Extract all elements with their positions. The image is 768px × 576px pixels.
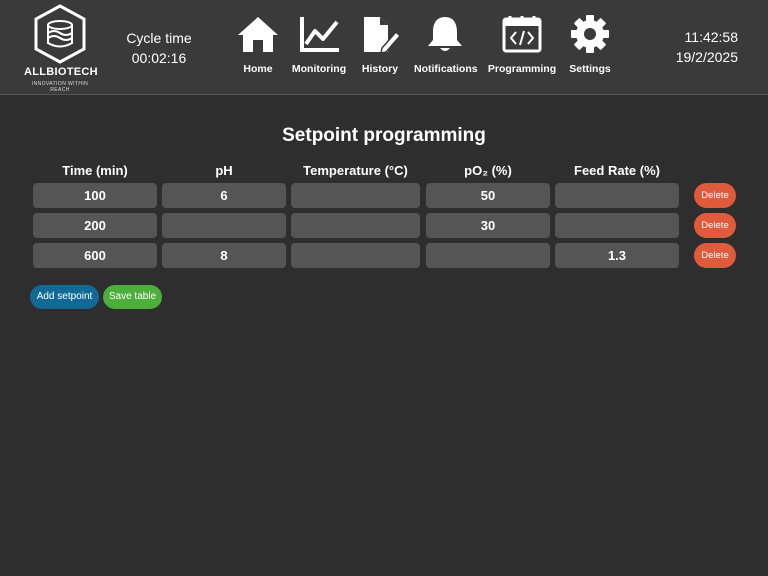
nav-notifications-label: Notifications <box>414 63 478 75</box>
clock-date: 19/2/2025 <box>675 49 738 65</box>
nav-programming-label: Programming <box>487 63 557 75</box>
document-edit-icon <box>364 17 402 54</box>
nav-home[interactable]: Home <box>234 14 282 80</box>
nav-history-label: History <box>361 63 399 75</box>
ph-input[interactable]: 6 <box>162 183 286 208</box>
gear-icon <box>571 15 609 53</box>
add-setpoint-button[interactable]: Add setpoint <box>30 285 99 309</box>
column-header-time: Time (min) <box>62 163 128 178</box>
page-title: Setpoint programming <box>282 125 486 146</box>
ph-input[interactable] <box>162 213 286 238</box>
cycle-time-value: 00:02:16 <box>131 50 187 66</box>
cycle-time: Cycle time 00:02:16 <box>118 28 200 68</box>
brand-name: ALLBIOTECH <box>24 66 98 78</box>
feed-rate-input[interactable] <box>555 183 679 208</box>
column-header-feed-rate: Feed Rate (%) <box>574 163 660 178</box>
temperature-input[interactable] <box>291 183 420 208</box>
home-icon <box>238 17 278 52</box>
temperature-input[interactable] <box>291 213 420 238</box>
nav-monitoring-label: Monitoring <box>291 63 347 75</box>
brand-tagline: INNOVATION WITHIN REACH <box>31 81 89 93</box>
delete-row-button[interactable]: Delete <box>694 183 736 208</box>
time-input[interactable]: 600 <box>33 243 157 268</box>
nav-programming[interactable]: Programming <box>487 14 557 80</box>
save-table-button[interactable]: Save table <box>103 285 162 309</box>
ph-input[interactable]: 8 <box>162 243 286 268</box>
bell-icon <box>428 17 462 51</box>
clock: 11:42:58 19/2/2025 <box>676 27 738 67</box>
temperature-input[interactable] <box>291 243 420 268</box>
po2-input[interactable]: 50 <box>426 183 550 208</box>
column-header-po2: pO₂ (%) <box>464 163 512 178</box>
code-calendar-icon <box>502 16 542 53</box>
nav-settings[interactable]: Settings <box>566 14 614 80</box>
clock-time: 11:42:58 <box>684 29 738 45</box>
nav-notifications[interactable]: Notifications <box>414 14 478 80</box>
feed-rate-input[interactable] <box>555 213 679 238</box>
brand-logo: ALLBIOTECH INNOVATION WITHIN REACH <box>24 4 98 93</box>
column-header-temperature: Temperature (°C) <box>303 163 408 178</box>
delete-row-button[interactable]: Delete <box>694 213 736 238</box>
logo-hexagon-icon <box>34 4 86 64</box>
po2-input[interactable]: 30 <box>426 213 550 238</box>
time-input[interactable]: 100 <box>33 183 157 208</box>
top-bar: ALLBIOTECH INNOVATION WITHIN REACH Cycle… <box>0 0 768 95</box>
nav-monitoring[interactable]: Monitoring <box>291 14 347 80</box>
nav-home-label: Home <box>243 63 273 75</box>
cycle-time-label: Cycle time <box>126 30 192 46</box>
nav-history[interactable]: History <box>356 14 404 80</box>
po2-input[interactable] <box>426 243 550 268</box>
line-chart-icon <box>300 17 339 52</box>
time-input[interactable]: 200 <box>33 213 157 238</box>
delete-row-button[interactable]: Delete <box>694 243 736 268</box>
column-header-ph: pH <box>215 163 233 178</box>
nav-settings-label: Settings <box>569 63 611 75</box>
feed-rate-input[interactable]: 1.3 <box>555 243 679 268</box>
